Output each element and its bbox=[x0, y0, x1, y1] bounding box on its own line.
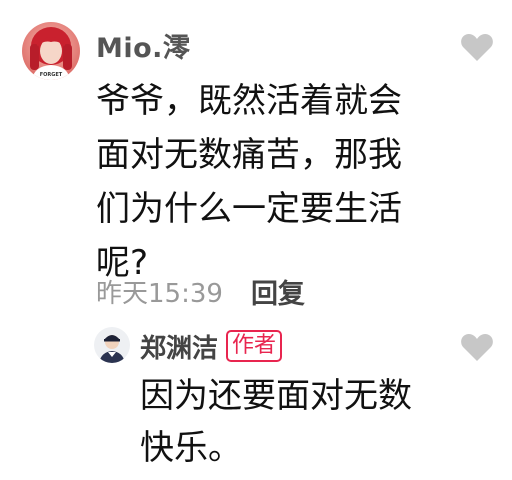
comment-thread: FORGET Mio.澪 爷爷，既然活着就会面对无数痛苦，那我们为什么一定要生活… bbox=[0, 0, 512, 480]
avatar[interactable]: FORGET bbox=[22, 22, 80, 80]
svg-text:FORGET: FORGET bbox=[40, 72, 63, 78]
comment-meta: 昨天15:39 回复 bbox=[96, 272, 305, 311]
author-badge: 作者 bbox=[226, 330, 283, 362]
comment-username[interactable]: Mio.澪 bbox=[96, 26, 190, 65]
timestamp: 昨天15:39 bbox=[96, 278, 223, 309]
reply-text: 因为还要面对无数快乐。 bbox=[140, 376, 412, 468]
reply-avatar[interactable] bbox=[94, 327, 130, 363]
avatar-image bbox=[94, 327, 130, 363]
heart-icon[interactable] bbox=[460, 332, 494, 362]
reply-user-row: 郑渊洁 作者 bbox=[140, 328, 283, 365]
heart-icon[interactable] bbox=[460, 32, 494, 62]
avatar-image: FORGET bbox=[22, 22, 80, 80]
reply-username[interactable]: 郑渊洁 bbox=[140, 328, 218, 365]
comment-text: 爷爷，既然活着就会面对无数痛苦，那我们为什么一定要生活呢? bbox=[96, 81, 402, 283]
reply-button[interactable]: 回复 bbox=[251, 272, 305, 311]
